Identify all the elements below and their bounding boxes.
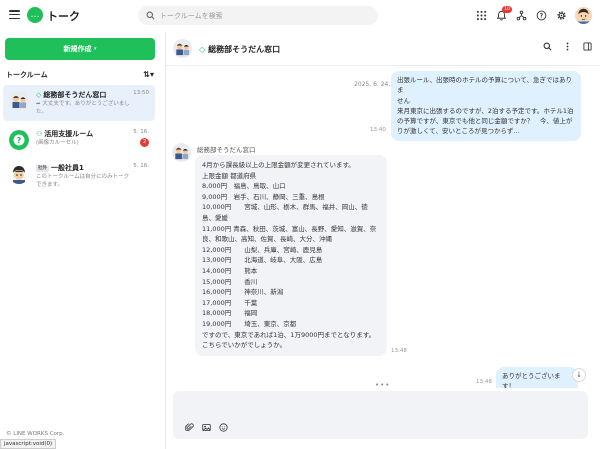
message-line: せん xyxy=(397,96,410,105)
settings-gear-icon[interactable] xyxy=(555,9,568,22)
chat-room-avatar[interactable] xyxy=(173,39,192,58)
room-title: 一般社員1 xyxy=(51,164,84,172)
notification-badge: 10 xyxy=(502,6,512,13)
message-composer[interactable] xyxy=(173,391,588,439)
browser-status-bar: javascript:void(0) xyxy=(0,439,57,449)
room-title: 活用支援ルーム xyxy=(44,130,94,138)
room-item-employee1[interactable]: 社外 一般社員1 5. 16. このトークルームは自分にのみトークできます。 xyxy=(3,158,155,194)
image-icon[interactable] xyxy=(202,423,211,434)
room-time: 13:50 xyxy=(133,90,149,96)
chat-header: ◇ 総務部そうだん窓口 xyxy=(166,32,600,66)
message-line: の予算ですが、東京でも他と同じ金額ですか？ 今、値上が xyxy=(397,117,573,126)
copyright: © LINE WORKS Corp. xyxy=(6,431,65,437)
more-vertical-icon[interactable] xyxy=(563,42,572,53)
svg-text:?: ? xyxy=(540,13,544,20)
talk-logo-icon: … xyxy=(27,7,43,23)
message-line: 出張ルール、出張時のホテルの予算について、急ぎではありま xyxy=(397,76,572,95)
message-bubble-mine[interactable]: 出張ルール、出張時のホテルの予算について、急ぎではありま せん 来月東京に出張す… xyxy=(391,71,581,141)
search-bar[interactable] xyxy=(138,6,378,25)
room-avatar-employee1 xyxy=(9,164,29,184)
external-tag: 社外 xyxy=(36,164,49,172)
attach-file-icon[interactable] xyxy=(184,423,194,434)
new-create-button-label: 新規作成 xyxy=(63,45,92,53)
sender-name: 総務部そうだん窓口 xyxy=(197,146,256,154)
room-item-soumu[interactable]: ◇ 総務部そうだん窓口 13:50 ➦ 大丈夫です。ありがとうございました。 xyxy=(3,85,155,121)
app-grid-icon[interactable] xyxy=(475,9,488,22)
room-preview: 大丈夫です。ありがとうございました。 xyxy=(36,101,130,115)
app-title: トーク xyxy=(47,10,80,23)
section-title: トークルーム xyxy=(6,71,48,79)
search-icon[interactable] xyxy=(543,42,552,53)
sort-icon[interactable]: ⇅▾ xyxy=(143,70,154,80)
message-bubble-mine[interactable]: ありがとうございます！ xyxy=(496,367,578,388)
room-avatar-soumu xyxy=(9,91,29,111)
scroll-down-button[interactable]: ↓ xyxy=(572,368,586,382)
sidebar: 新規作成 ▾ トークルーム ⇅▾ ◇ 総務部そうだん窓口 13:50 ➦ 大丈夫… xyxy=(0,32,166,449)
chevron-down-icon: ▾ xyxy=(93,46,97,52)
more-dots-icon[interactable]: ••• xyxy=(375,381,390,388)
new-create-button[interactable]: 新規作成 ▾ xyxy=(5,38,155,60)
bot-icon: ◇ xyxy=(36,91,42,99)
room-preview: このトークルームは自分にのみトークできます。 xyxy=(36,174,130,188)
message-line: 来月東京に出張するのですが、2泊する予定です。ホテル1泊 xyxy=(397,106,574,115)
side-panel-icon[interactable] xyxy=(583,42,592,53)
user-avatar[interactable] xyxy=(575,7,592,24)
room-title: 総務部そうだん窓口 xyxy=(43,91,107,99)
search-input[interactable] xyxy=(160,11,360,20)
room-time: 5. 16. xyxy=(133,129,149,135)
org-chart-icon[interactable] xyxy=(515,9,528,22)
room-preview: (画像カルーセル) xyxy=(36,140,79,146)
message-bubble-other[interactable]: 4月から課長級以上の上限金額が変更されています。 上限金額 都道府県 8,000… xyxy=(195,155,387,356)
sender-avatar[interactable] xyxy=(172,143,191,162)
room-avatar-support: ? xyxy=(9,130,29,150)
svg-text:?: ? xyxy=(17,136,22,145)
chat-title: 総務部そうだん窓口 xyxy=(208,45,281,54)
emoji-icon[interactable] xyxy=(219,423,228,434)
bot-icon: ◇ xyxy=(199,45,206,54)
notification-bell-icon[interactable]: 10 xyxy=(495,6,512,22)
message-time: 13:48 xyxy=(391,348,407,354)
message-line: りが激しくて、安いところが見つからず… xyxy=(397,127,520,136)
help-icon[interactable]: ? xyxy=(535,9,548,22)
top-bar: … トーク 10 ? xyxy=(0,0,600,32)
arrow-down-icon: ↓ xyxy=(576,371,582,379)
unread-badge: 2 xyxy=(140,138,149,147)
message-time: 13:40 xyxy=(370,127,386,133)
menu-icon[interactable] xyxy=(9,9,20,20)
chat-messages[interactable]: 2025. 6. 24. (火) 出張ルール、出張時のホテルの予算について、急ぎ… xyxy=(166,66,600,388)
people-icon: ⚇ xyxy=(36,130,43,138)
message-input[interactable] xyxy=(181,397,576,415)
room-item-support[interactable]: ? ⚇ 活用支援ルーム 5. 16. (画像カルーセル) 2 xyxy=(3,124,155,160)
message-time: 13:48 xyxy=(476,379,492,385)
search-icon xyxy=(146,11,155,20)
room-time: 5. 16. xyxy=(133,163,149,169)
section-header: トークルーム ⇅▾ xyxy=(6,70,154,80)
